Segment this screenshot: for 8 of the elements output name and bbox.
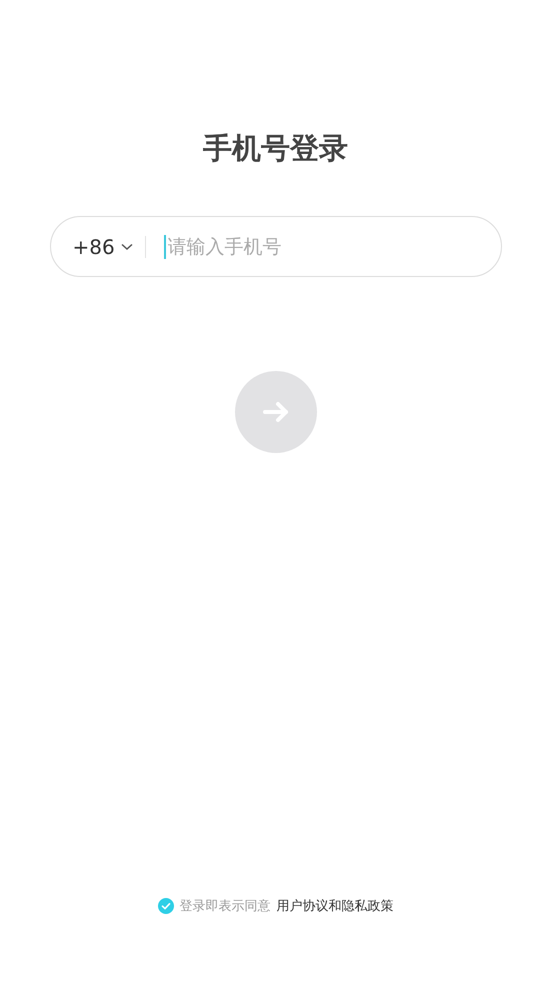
- agreement-text: 登录即表示同意: [180, 898, 270, 915]
- phone-number-input[interactable]: 请输入手机号: [164, 234, 470, 258]
- page-title: 手机号登录: [203, 130, 348, 167]
- agreement-checkbox[interactable]: [158, 898, 174, 914]
- terms-link[interactable]: 用户协议和隐私政策: [276, 897, 394, 915]
- caret-icon: [120, 242, 133, 250]
- country-code-dropdown[interactable]: +86: [72, 234, 133, 258]
- phone-field[interactable]: +86 请输入手机号: [50, 216, 502, 277]
